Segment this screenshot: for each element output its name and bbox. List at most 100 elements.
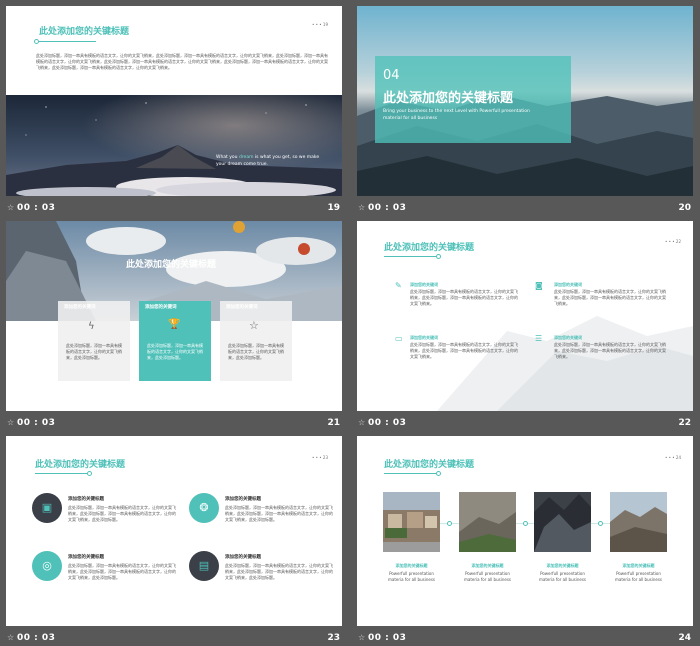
slide-duration: 00 : 03 bbox=[17, 203, 56, 213]
slide-cell-23[interactable]: 此处添加您的关键标题 • • • 23 ▣ 添加您的关键标题 此处添加标题，添加… bbox=[6, 436, 342, 646]
caption-line-2: materia for all business bbox=[538, 577, 586, 582]
transition-star-icon[interactable]: ☆ bbox=[358, 203, 365, 212]
dark-rock-photo bbox=[534, 492, 591, 552]
slide-cell-19[interactable]: 此处添加您的关键标题 • • • 19 此处添加标题，添加一串具有模板的语言文字… bbox=[6, 6, 342, 217]
feature-card-highlighted: 添加您的关键词 🏆 此处添加标题，添加一串具有模板的语言文字，让你的文案飞梢来，… bbox=[139, 301, 211, 381]
slide-cell-21[interactable]: 此处添加您的关键标题 添加您的关键词 ϟ 此处添加标题，添加一串具有模板的语言文… bbox=[6, 221, 342, 432]
title-underline-dot bbox=[87, 471, 92, 476]
transition-star-icon[interactable]: ☆ bbox=[358, 418, 365, 427]
list-icon: ☰ bbox=[535, 334, 543, 343]
caption-line-2: materia for all business bbox=[463, 577, 511, 582]
photo-caption: 添加您的关键标题 Powerfull presentation materia … bbox=[459, 563, 516, 583]
camera-icon: ◙ bbox=[535, 281, 543, 290]
page-tag: • • • 22 bbox=[665, 239, 681, 244]
card-text: 此处添加标题，添加一串具有模板的语言文字，让你的文案飞梢来，此处添加标题。 bbox=[147, 343, 203, 360]
photo-caption: 添加您的关键标题 Powerfull presentation materia … bbox=[534, 563, 591, 583]
slide-cell-20[interactable]: 04 此处添加您的关键标题 Bring your business to the… bbox=[357, 6, 693, 217]
transition-star-icon[interactable]: ☆ bbox=[7, 418, 14, 427]
night-sky-image bbox=[6, 95, 342, 196]
slide-number: 24 bbox=[678, 633, 691, 643]
section-number: 04 bbox=[383, 68, 400, 83]
transition-star-icon[interactable]: ☆ bbox=[358, 633, 365, 642]
handshake-icon: ❂ bbox=[199, 501, 209, 514]
body-paragraph: 此处添加标题，添加一串具有模板的语言文字，让你的文案飞梢来，此处添加标题，添加一… bbox=[36, 53, 328, 70]
card-row: 添加您的关键词 ϟ 此处添加标题，添加一串具有模板的语言文字，让你的文案飞梢来，… bbox=[58, 301, 292, 381]
subtitle-line-2: material for all business bbox=[383, 116, 438, 121]
transition-star-icon[interactable]: ☆ bbox=[7, 633, 14, 642]
slide-duration: 00 : 03 bbox=[368, 203, 407, 213]
pen-icon: ✎ bbox=[395, 281, 402, 290]
page-tag: • • • 24 bbox=[665, 455, 681, 460]
slide-info-bar: ☆ 00 : 03 23 bbox=[6, 630, 342, 646]
slide-duration: 00 : 03 bbox=[368, 418, 407, 428]
slide-thumbnail[interactable]: 此处添加您的关键标题 • • • 24 添加您的关键标题 Powerfull p… bbox=[357, 436, 693, 626]
slide-number: 23 bbox=[327, 633, 340, 643]
photo-caption: 添加您的关键标题 Powerfull presentation materia … bbox=[610, 563, 667, 583]
slide-cell-24[interactable]: 此处添加您的关键标题 • • • 24 添加您的关键标题 Powerfull p… bbox=[357, 436, 693, 646]
screen-icon: ▣ bbox=[41, 501, 53, 514]
item-heading: 添加您的关键词 bbox=[410, 282, 438, 287]
slide-thumbnail[interactable]: 此处添加您的关键标题 • • • 19 此处添加标题，添加一串具有模板的语言文字… bbox=[6, 6, 342, 196]
card-text: 此处添加标题，添加一串具有模板的语言文字，让你的文案飞梢来，此处添加标题。 bbox=[66, 343, 122, 360]
feature-item: ❂ 添加您的关键标题 此处添加标题，添加一串具有模板的语言文字，让你的文案飞梢来… bbox=[189, 493, 339, 543]
feature-icon-circle: ◎ bbox=[32, 551, 62, 581]
page-tag: • • • 19 bbox=[312, 22, 328, 27]
item-text: 此处添加标题，添加一串具有模板的语言文字，让你的文案飞梢来，此处添加标题，添加一… bbox=[68, 563, 176, 580]
title-underline-dot bbox=[436, 471, 441, 476]
slide-duration: 00 : 03 bbox=[17, 418, 56, 428]
caption-heading: 添加您的关键标题 bbox=[622, 563, 655, 568]
slide-thumbnail[interactable]: 04 此处添加您的关键标题 Bring your business to the… bbox=[357, 6, 693, 196]
slide-title: 此处添加您的关键标题 bbox=[126, 260, 217, 270]
slide-title: 此处添加您的关键标题 bbox=[383, 91, 514, 106]
quote-highlight: dream bbox=[238, 155, 254, 160]
title-underline bbox=[384, 256, 436, 257]
document-icon: ▤ bbox=[198, 559, 210, 572]
slide-title: 此处添加您的关键标题 bbox=[384, 243, 475, 253]
slide-duration: 00 : 03 bbox=[368, 633, 407, 643]
transition-star-icon[interactable]: ☆ bbox=[7, 203, 14, 212]
card-text: 此处添加标题，添加一串具有模板的语言文字，让你的文案飞梢来，此处添加标题。 bbox=[228, 343, 284, 360]
slide-number: 21 bbox=[327, 418, 340, 428]
item-text: 此处添加标题，添加一串具有模板的语言文字，让你的文案飞梢来，此处添加标题，添加一… bbox=[410, 289, 518, 306]
caption-heading: 添加您的关键标题 bbox=[471, 563, 504, 568]
item-text: 此处添加标题，添加一串具有模板的语言文字，让你的文案飞梢来，此处添加标题，添加一… bbox=[225, 563, 333, 580]
feature-item: ▣ 添加您的关键标题 此处添加标题，添加一串具有模板的语言文字，让你的文案飞梢来… bbox=[32, 493, 182, 543]
slide-title: 此处添加您的关键标题 bbox=[35, 460, 126, 470]
slide-title: 此处添加您的关键标题 bbox=[39, 27, 130, 37]
village-photo bbox=[383, 492, 440, 552]
title-underline bbox=[384, 473, 436, 474]
item-heading: 添加您的关键标题 bbox=[68, 497, 104, 502]
item-text: 此处添加标题，添加一串具有模板的语言文字，让你的文案飞梢来，此处添加标题，添加一… bbox=[410, 342, 518, 359]
timeline-dot bbox=[523, 521, 528, 526]
lightning-icon: ϟ bbox=[88, 321, 95, 332]
timeline-dot bbox=[598, 521, 603, 526]
slide-info-bar: ☆ 00 : 03 19 bbox=[6, 200, 342, 217]
slide-duration: 00 : 03 bbox=[17, 633, 56, 643]
rocky-hill-photo bbox=[459, 492, 516, 552]
slide-thumbnail[interactable]: 此处添加您的关键标题 • • • 22 ✎ 添加您的关键词 此处添加标题，添加一… bbox=[357, 221, 693, 411]
slide-title: 此处添加您的关键标题 bbox=[384, 460, 475, 470]
feature-card: 添加您的关键词 ☆ 此处添加标题，添加一串具有模板的语言文字，让你的文案飞梢来，… bbox=[220, 301, 292, 381]
card-heading: 添加您的关键词 bbox=[64, 305, 96, 310]
slide-info-bar: ☆ 00 : 03 21 bbox=[6, 415, 342, 432]
caption-line-2: materia for all business bbox=[614, 577, 662, 582]
slide-thumbnail[interactable]: 此处添加您的关键标题 添加您的关键词 ϟ 此处添加标题，添加一串具有模板的语言文… bbox=[6, 221, 342, 411]
item-text: 此处添加标题，添加一串具有模板的语言文字，让你的文案飞梢来，此处添加标题，添加一… bbox=[225, 505, 333, 522]
item-text: 此处添加标题，添加一串具有模板的语言文字，让你的文案飞梢来，此处添加标题，添加一… bbox=[68, 505, 176, 522]
feature-card: 添加您的关键词 ϟ 此处添加标题，添加一串具有模板的语言文字，让你的文案飞梢来，… bbox=[58, 301, 130, 381]
caption-heading: 添加您的关键标题 bbox=[546, 563, 579, 568]
item-text: 此处添加标题，添加一串具有模板的语言文字，让你的文案飞梢来，此处添加标题，添加一… bbox=[554, 342, 666, 359]
slide-cell-22[interactable]: 此处添加您的关键标题 • • • 22 ✎ 添加您的关键词 此处添加标题，添加一… bbox=[357, 221, 693, 432]
slide-info-bar: ☆ 00 : 03 24 bbox=[357, 630, 693, 646]
card-heading: 添加您的关键词 bbox=[145, 305, 177, 310]
slide-thumbnail[interactable]: 此处添加您的关键标题 • • • 23 ▣ 添加您的关键标题 此处添加标题，添加… bbox=[6, 436, 342, 626]
monitor-icon: ▭ bbox=[395, 334, 403, 343]
item-heading: 添加您的关键词 bbox=[554, 335, 582, 340]
timeline-dot bbox=[447, 521, 452, 526]
slide-info-bar: ☆ 00 : 03 20 bbox=[357, 200, 693, 217]
caption-heading: 添加您的关键标题 bbox=[395, 563, 428, 568]
slide-number: 20 bbox=[678, 203, 691, 213]
slide-number: 22 bbox=[678, 418, 691, 428]
item-text: 此处添加标题，添加一串具有模板的语言文字，让你的文案飞梢来，此处添加标题，添加一… bbox=[554, 289, 666, 306]
slide-info-bar: ☆ 00 : 03 22 bbox=[357, 415, 693, 432]
